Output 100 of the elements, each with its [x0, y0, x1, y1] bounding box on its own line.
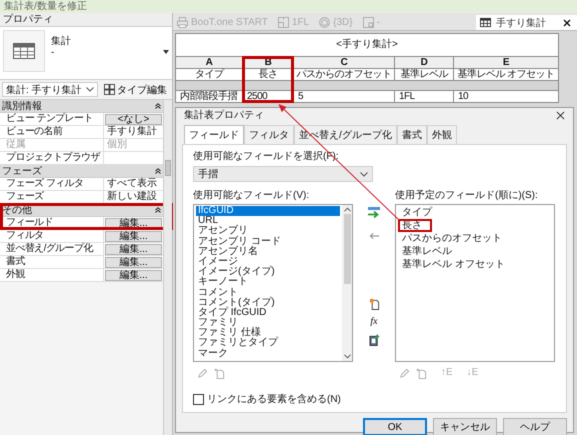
scrollbar[interactable]: [163, 100, 172, 435]
group-header[interactable]: 識別情報: [0, 100, 163, 113]
chevron-down-icon: [86, 87, 94, 92]
dialog-button[interactable]: ヘルプ: [503, 418, 567, 435]
list-item[interactable]: URL: [196, 216, 340, 226]
property-label: 従属: [0, 139, 104, 151]
close-icon[interactable]: [556, 110, 565, 120]
type-name: 集計: [51, 36, 72, 47]
group-title: フェーズ: [2, 165, 42, 178]
property-value-button[interactable]: 編集...: [105, 256, 162, 268]
property-value-button[interactable]: 編集...: [105, 270, 162, 280]
calculated-value-icon[interactable]: fx: [370, 316, 378, 328]
view-tab[interactable]: 手すり集計: [476, 15, 577, 30]
list-item[interactable]: IfcGUID: [196, 206, 340, 216]
property-label: フィールド: [0, 217, 104, 229]
column-letter[interactable]: D: [395, 57, 453, 68]
list-item[interactable]: 基準レベル オフセット: [402, 259, 505, 270]
list-item[interactable]: ファミリ: [196, 318, 340, 328]
property-label: ビュー テンプレート: [0, 113, 104, 125]
edit-type-button[interactable]: タイプ編集: [101, 82, 170, 97]
property-label: 書式: [0, 256, 104, 268]
table-cell[interactable]: 内部階段手摺: [176, 91, 242, 102]
checkbox[interactable]: [193, 394, 204, 404]
add-field-icon[interactable]: [367, 206, 381, 218]
panel-title: プロパティ: [0, 13, 172, 27]
checkbox-label: リンクにある要素を含める(N): [207, 392, 341, 406]
collapse-icon[interactable]: [155, 168, 161, 174]
list-item[interactable]: アセンブリ: [196, 226, 340, 237]
group-header[interactable]: フェーズ: [0, 165, 163, 178]
tab-label: BooT.one START: [191, 17, 268, 28]
property-label: フェーズ: [0, 191, 104, 203]
property-label: プロジェクトブラウザ: [0, 152, 104, 164]
property-label: ビューの名前: [0, 126, 104, 138]
window-title: 集計表/数量を修正: [0, 0, 577, 13]
column-heading[interactable]: 基準レベル オフセット: [454, 69, 558, 80]
table-cell[interactable]: 1FL: [395, 91, 453, 102]
column-letter[interactable]: A: [176, 57, 242, 68]
property-label: フィルタ: [0, 230, 104, 242]
list-item[interactable]: パスからのオフセット: [402, 233, 502, 244]
list-item[interactable]: マーク: [196, 348, 340, 359]
collapse-icon[interactable]: [155, 207, 161, 213]
list-item[interactable]: コメント(タイプ): [196, 298, 340, 308]
table-cell[interactable]: 5: [294, 91, 394, 102]
list-item[interactable]: タイプ IfcGUID: [196, 308, 340, 318]
list-item[interactable]: キーノート: [196, 277, 340, 288]
category-dropdown[interactable]: 手摺: [193, 166, 373, 182]
combine-parameters-icon[interactable]: [368, 334, 380, 346]
close-icon[interactable]: [563, 18, 571, 26]
chevron-down-icon: [360, 172, 368, 176]
list-item[interactable]: アセンブリ名: [196, 246, 340, 257]
dialog-title: 集計表プロパティ: [184, 108, 264, 122]
dialog-tab[interactable]: 書式: [396, 125, 427, 144]
field-label: 使用可能なフィールド(V):: [193, 190, 310, 202]
instance-dropdown[interactable]: 集計: 手すり集計: [2, 82, 98, 97]
list-item[interactable]: ファミリとタイプ: [196, 338, 340, 349]
property-value-button[interactable]: 編集...: [105, 218, 162, 228]
property-value-button[interactable]: <なし>: [105, 114, 162, 124]
group-title: 識別情報: [2, 100, 42, 113]
cube-icon: [319, 17, 330, 28]
left-arrow-icon[interactable]: [368, 232, 380, 240]
property-value[interactable]: すべて表示: [105, 178, 157, 190]
tab-label: 1FL: [292, 17, 310, 28]
collapse-icon[interactable]: [155, 103, 161, 109]
column-letter[interactable]: C: [294, 57, 394, 68]
scrollbar[interactable]: [342, 205, 352, 361]
dialog-tab[interactable]: フィールド: [184, 125, 244, 144]
list-item[interactable]: タイプ: [402, 207, 432, 218]
property-value-button[interactable]: 編集...: [105, 244, 162, 254]
list-item[interactable]: アセンブリ コード: [196, 236, 340, 247]
new-parameter-icon[interactable]: [368, 298, 380, 310]
group-title: その他: [2, 204, 32, 217]
column-heading[interactable]: 長さ: [243, 69, 293, 80]
tab-label: {3D}: [333, 17, 353, 28]
type-subname: -: [51, 47, 56, 58]
dropdown-value: 手摺: [198, 168, 218, 181]
dialog-tab[interactable]: フィルタ: [244, 125, 294, 144]
scroll-down-icon[interactable]: [344, 354, 350, 359]
column-heading[interactable]: タイプ: [176, 69, 242, 80]
list-item[interactable]: 基準レベル: [402, 246, 452, 257]
sheet-icon: [362, 17, 374, 28]
column-heading[interactable]: パスからのオフセット: [294, 69, 394, 80]
tab-label: -: [376, 17, 380, 28]
grid-icon: [104, 84, 115, 95]
list-item[interactable]: イメージ(タイプ): [196, 267, 340, 278]
dialog-button[interactable]: キャンセル: [433, 418, 497, 435]
property-value[interactable]: 新しい建設: [105, 191, 157, 203]
column-heading[interactable]: 基準レベル: [395, 69, 453, 80]
dialog-button[interactable]: OK: [363, 418, 427, 435]
table-cell[interactable]: 10: [454, 91, 558, 102]
dialog-tab[interactable]: 外観: [426, 125, 457, 144]
scroll-up-icon[interactable]: [344, 207, 350, 212]
property-label: 外観: [0, 269, 104, 281]
list-item[interactable]: コメント: [196, 288, 340, 298]
floor-plan-icon: [278, 17, 289, 28]
dropdown-value: 集計: 手すり集計: [6, 84, 82, 96]
dropdown-arrow-icon[interactable]: [163, 50, 169, 54]
table-icon: [13, 43, 35, 59]
property-value-button[interactable]: 編集...: [105, 230, 162, 242]
property-value[interactable]: 手すり集計: [105, 126, 157, 138]
column-letter[interactable]: E: [454, 57, 558, 68]
